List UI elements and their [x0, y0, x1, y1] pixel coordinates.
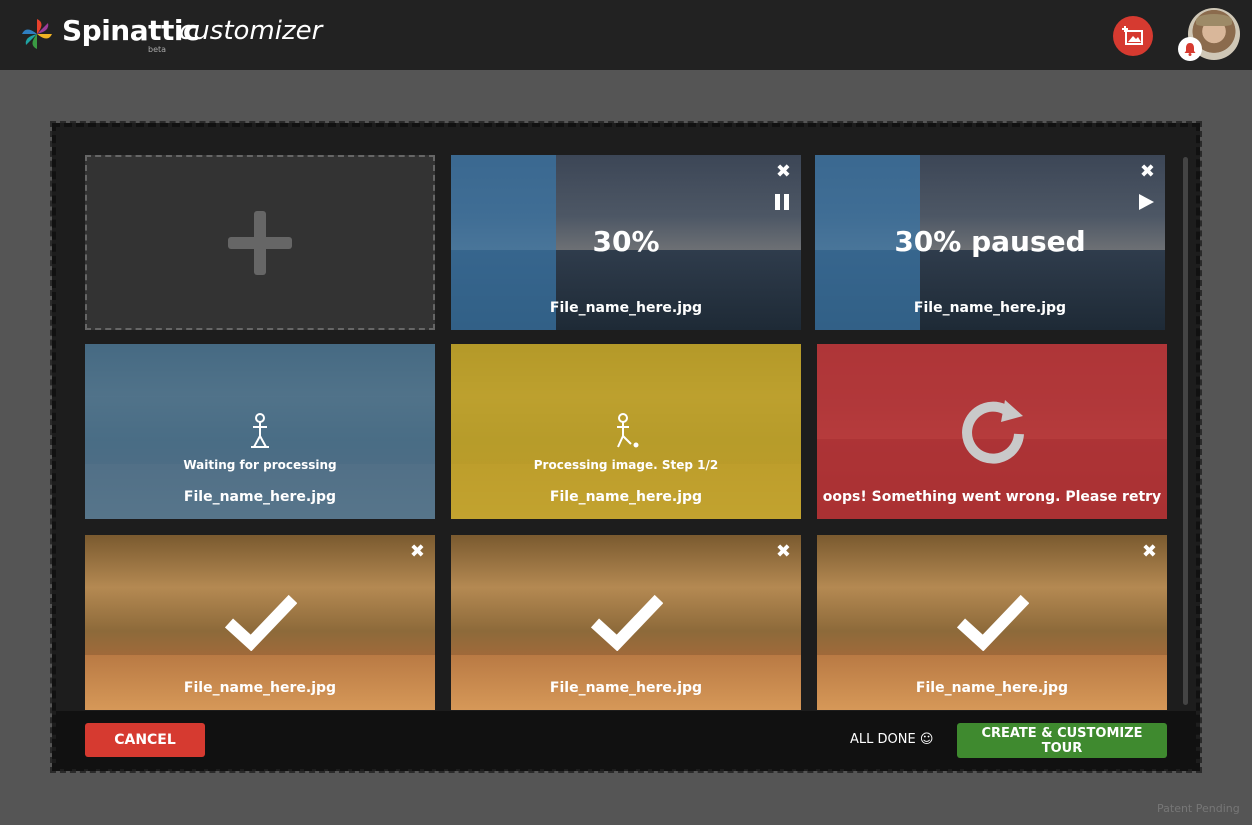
- kicking-figure-icon: [617, 413, 639, 448]
- beta-label: beta: [148, 45, 167, 54]
- file-name: File_name_here.jpg: [913, 300, 1067, 316]
- upload-percent: 30% paused: [894, 225, 1086, 258]
- file-name: File_name_here.jpg: [183, 489, 337, 505]
- close-icon[interactable]: ✖: [1142, 541, 1157, 562]
- error-tile: oops! Something went wrong. Please retry: [817, 344, 1167, 519]
- status-text: Processing image. Step 1/2: [533, 458, 719, 472]
- bell-icon: [1184, 43, 1196, 56]
- upload-tile-paused: ✖ 30% paused File_name_here.jpg: [815, 155, 1165, 330]
- error-message: oops! Something went wrong. Please retry: [822, 489, 1162, 505]
- patent-text: Patent Pending: [1157, 802, 1240, 815]
- status-text: Waiting for processing: [183, 458, 337, 472]
- done-tile: ✖ File_name_here.jpg: [85, 535, 435, 710]
- pause-icon[interactable]: [773, 193, 791, 211]
- file-name: File_name_here.jpg: [549, 300, 703, 316]
- done-tile: ✖ File_name_here.jpg: [451, 535, 801, 710]
- done-tile: ✖ File_name_here.jpg: [817, 535, 1167, 710]
- notifications-button[interactable]: [1178, 37, 1202, 61]
- create-tour-button[interactable]: CREATE & CUSTOMIZE TOUR: [957, 723, 1167, 758]
- checkmark-icon: [957, 594, 1029, 651]
- pinwheel-logo-icon[interactable]: [22, 19, 52, 49]
- file-name: File_name_here.jpg: [549, 489, 703, 505]
- file-name: File_name_here.jpg: [183, 680, 337, 696]
- upload-percent: 30%: [592, 225, 660, 258]
- retry-icon[interactable]: [957, 394, 1029, 466]
- play-icon[interactable]: [1137, 193, 1155, 211]
- stick-figure-icon: [251, 413, 269, 448]
- close-icon[interactable]: ✖: [1140, 161, 1155, 182]
- close-icon[interactable]: ✖: [410, 541, 425, 562]
- checkmark-icon: [225, 594, 297, 651]
- close-icon[interactable]: ✖: [776, 541, 791, 562]
- plus-icon: [228, 210, 292, 275]
- avatar-hat: [1196, 14, 1232, 26]
- processing-tile: Processing image. Step 1/2 File_name_her…: [451, 344, 801, 519]
- file-name: File_name_here.jpg: [915, 680, 1069, 696]
- all-done-label: ALL DONE ☺: [850, 732, 934, 747]
- add-file-tile[interactable]: [85, 155, 435, 330]
- waiting-tile: Waiting for processing File_name_here.jp…: [85, 344, 435, 519]
- app-subtitle: customizer: [179, 16, 323, 46]
- close-icon[interactable]: ✖: [776, 161, 791, 182]
- checkmark-icon: [591, 594, 663, 651]
- add-image-icon: [1122, 26, 1143, 45]
- cancel-button[interactable]: CANCEL: [85, 723, 205, 757]
- scrollbar[interactable]: [1183, 157, 1188, 705]
- upload-tile-progress: ✖ 30% File_name_here.jpg: [451, 155, 801, 330]
- file-name: File_name_here.jpg: [549, 680, 703, 696]
- add-image-button[interactable]: [1113, 16, 1153, 56]
